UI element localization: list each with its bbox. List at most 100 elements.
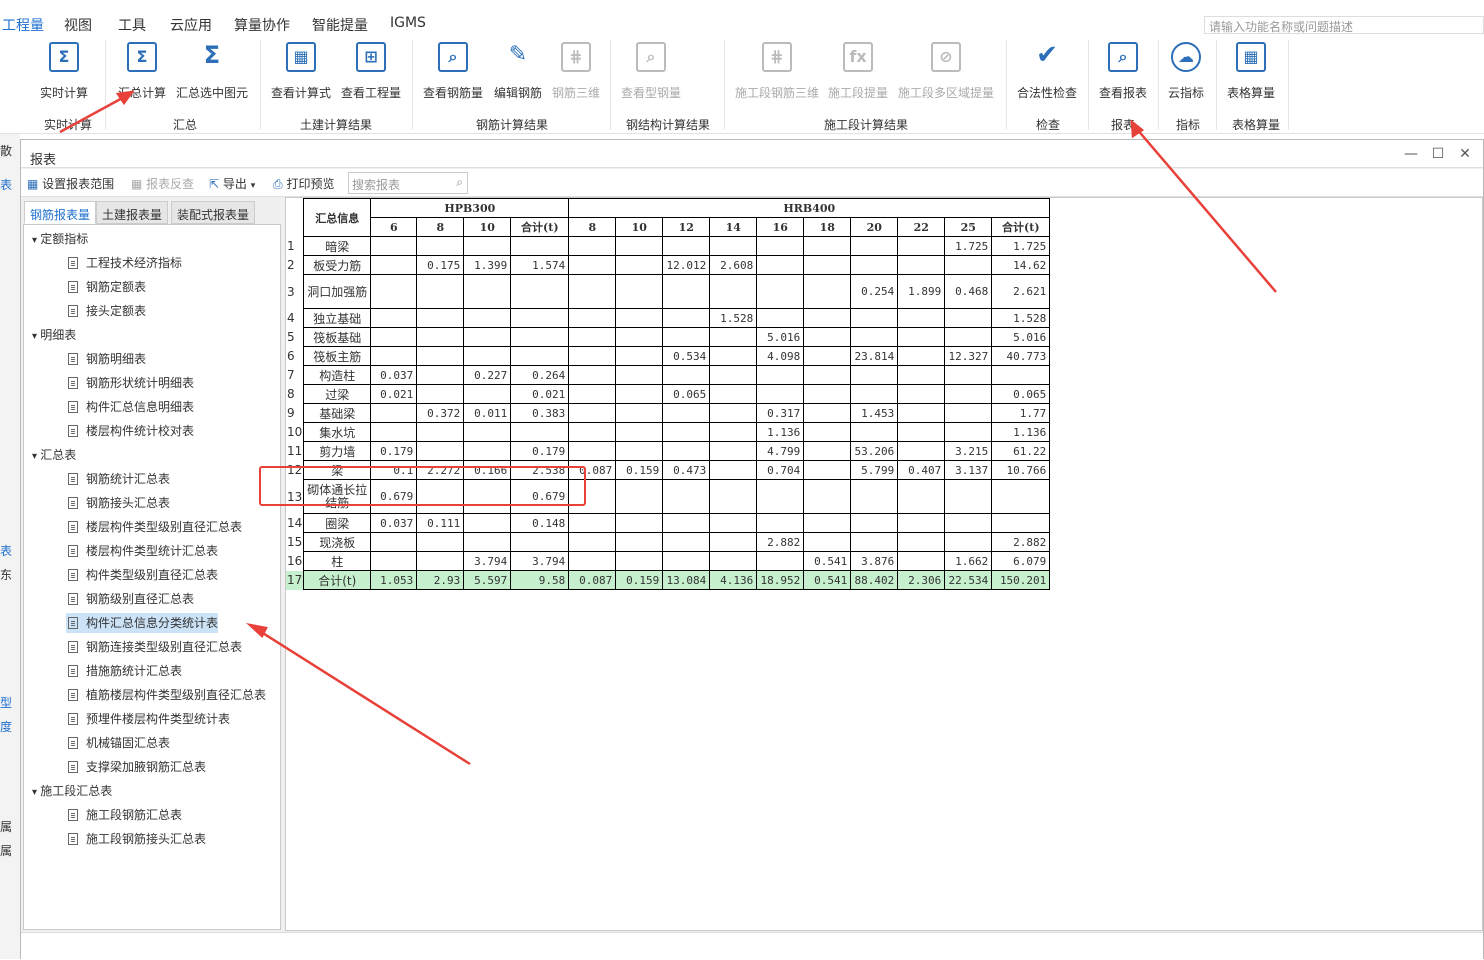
table-cell[interactable]: 3.215 <box>944 441 993 461</box>
expand-arrow-icon[interactable]: ▾ <box>32 787 40 798</box>
table-cell[interactable] <box>463 532 512 552</box>
table-cell[interactable] <box>897 551 946 571</box>
table-cell[interactable] <box>897 384 946 404</box>
table-cell[interactable] <box>463 422 512 442</box>
table-cell[interactable]: 0.179 <box>370 441 418 461</box>
table-cell[interactable]: 0.021 <box>370 384 418 404</box>
table-cell[interactable] <box>944 479 993 514</box>
table-calc-button[interactable]: ▦ 表格算量 <box>1226 42 1276 102</box>
table-cell[interactable] <box>850 513 899 533</box>
table-cell[interactable] <box>662 551 711 571</box>
table-cell[interactable]: 4.136 <box>709 570 758 590</box>
table-row[interactable]: 15 现浇板 2.882 2.882 <box>286 532 1051 552</box>
table-cell[interactable]: 9.58 <box>510 570 570 590</box>
table-cell[interactable] <box>756 255 805 275</box>
table-cell[interactable]: 1.399 <box>463 255 512 275</box>
table-cell[interactable] <box>370 236 418 256</box>
table-cell[interactable] <box>850 308 899 328</box>
table-cell[interactable] <box>897 532 946 552</box>
table-cell[interactable] <box>897 441 946 461</box>
table-cell[interactable] <box>803 308 852 328</box>
table-cell[interactable] <box>944 365 993 385</box>
table-cell[interactable]: 14.62 <box>991 255 1051 275</box>
table-cell[interactable]: 88.402 <box>850 570 899 590</box>
table-cell[interactable] <box>709 327 758 347</box>
table-row[interactable]: 16 柱 3.794 3.794 0.541 3.876 1.662 6.079 <box>286 551 1051 571</box>
validity-check-button[interactable]: ✔ 合法性检查 <box>1016 42 1078 102</box>
table-cell[interactable] <box>756 551 805 571</box>
table-cell[interactable] <box>803 460 852 480</box>
table-cell[interactable] <box>615 513 664 533</box>
table-cell[interactable] <box>897 403 946 423</box>
table-cell[interactable]: 0.037 <box>370 365 418 385</box>
tree-item[interactable]: 构件汇总信息明细表 <box>66 397 194 417</box>
table-cell[interactable] <box>615 441 664 461</box>
table-cell[interactable] <box>615 274 664 309</box>
table-cell[interactable]: 2.882 <box>991 532 1051 552</box>
stage-quantity-button[interactable]: fx 施工段提量 <box>828 42 888 102</box>
table-cell[interactable]: 0.407 <box>897 460 946 480</box>
table-cell[interactable] <box>991 479 1051 514</box>
table-cell[interactable] <box>897 479 946 514</box>
table-row[interactable]: 1 暗梁 1.725 1.725 <box>286 236 1051 256</box>
table-cell[interactable]: 0.227 <box>463 365 512 385</box>
table-cell[interactable]: 5.016 <box>991 327 1051 347</box>
table-cell[interactable]: 1.77 <box>991 403 1051 423</box>
table-cell[interactable] <box>850 532 899 552</box>
table-cell[interactable]: 0.541 <box>803 551 852 571</box>
table-cell[interactable] <box>463 327 512 347</box>
tree-item[interactable]: 楼层构件类型统计汇总表 <box>66 541 218 561</box>
table-cell[interactable]: 1.528 <box>709 308 758 328</box>
table-cell[interactable] <box>803 346 852 366</box>
table-cell[interactable] <box>662 403 711 423</box>
table-cell[interactable]: 0.021 <box>510 384 570 404</box>
table-cell[interactable] <box>850 327 899 347</box>
table-cell[interactable] <box>850 479 899 514</box>
table-cell[interactable]: 1.725 <box>991 236 1051 256</box>
tree-item[interactable]: 钢筋定额表 <box>66 277 146 297</box>
table-cell[interactable] <box>709 346 758 366</box>
table-cell[interactable] <box>897 327 946 347</box>
table-cell[interactable] <box>944 422 993 442</box>
table-cell[interactable]: 5.016 <box>756 327 805 347</box>
menu-igms[interactable]: IGMS <box>390 15 426 31</box>
table-cell[interactable] <box>803 403 852 423</box>
table-cell[interactable] <box>991 513 1051 533</box>
table-cell[interactable] <box>803 236 852 256</box>
table-cell[interactable]: 0.148 <box>510 513 570 533</box>
table-cell[interactable] <box>803 365 852 385</box>
table-cell[interactable] <box>568 255 617 275</box>
tree-item[interactable]: 支撑梁加腋钢筋汇总表 <box>66 757 206 777</box>
table-cell[interactable] <box>568 327 617 347</box>
table-cell[interactable] <box>416 551 465 571</box>
table-cell[interactable]: 3.137 <box>944 460 993 480</box>
tab-rebar-report[interactable]: 钢筋报表量 <box>24 201 97 224</box>
table-cell[interactable]: 1.725 <box>944 236 993 256</box>
table-cell[interactable] <box>463 384 512 404</box>
table-cell[interactable] <box>463 236 512 256</box>
table-cell[interactable] <box>370 346 418 366</box>
summary-calc-button[interactable]: Σ 汇总计算 <box>116 42 168 102</box>
table-cell[interactable]: 1.453 <box>850 403 899 423</box>
expand-arrow-icon[interactable]: ▾ <box>32 235 40 246</box>
tree-item[interactable]: 楼层构件类型级别直径汇总表 <box>66 517 242 537</box>
table-cell[interactable] <box>568 236 617 256</box>
table-cell[interactable] <box>510 236 570 256</box>
table-row[interactable]: 7 构造柱 0.037 0.227 0.264 <box>286 365 1051 385</box>
table-cell[interactable] <box>850 255 899 275</box>
close-icon[interactable]: ✕ <box>1457 146 1473 162</box>
table-cell[interactable] <box>709 479 758 514</box>
table-cell[interactable] <box>850 384 899 404</box>
table-cell[interactable] <box>803 479 852 514</box>
table-cell[interactable] <box>568 422 617 442</box>
table-cell[interactable] <box>944 513 993 533</box>
table-cell[interactable] <box>416 274 465 309</box>
table-cell[interactable] <box>850 422 899 442</box>
table-cell[interactable]: 3.794 <box>510 551 570 571</box>
report-check-button[interactable]: ▦ 报表反查 <box>131 175 194 192</box>
tree-item[interactable]: 钢筋级别直径汇总表 <box>66 589 194 609</box>
table-cell[interactable] <box>944 255 993 275</box>
expand-arrow-icon[interactable]: ▾ <box>32 451 40 462</box>
menu-gongchengliang[interactable]: 工程量 <box>2 15 44 38</box>
table-cell[interactable] <box>897 422 946 442</box>
